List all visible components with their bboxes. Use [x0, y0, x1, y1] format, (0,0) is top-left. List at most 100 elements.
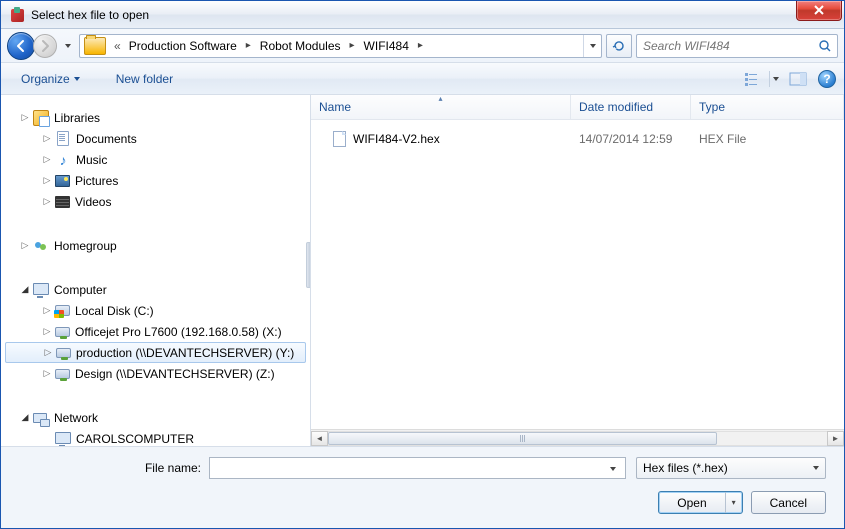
preview-pane-button[interactable] [786, 68, 810, 90]
tree-local-disk[interactable]: ▷Local Disk (C:) [1, 300, 310, 321]
breadcrumb-chevron-icon[interactable]: ▸ [345, 35, 360, 57]
organize-label: Organize [21, 72, 70, 86]
preview-pane-icon [789, 72, 807, 86]
help-button[interactable]: ? [818, 70, 836, 88]
search-icon[interactable] [817, 38, 833, 54]
file-type-filter[interactable]: Hex files (*.hex) [636, 457, 826, 479]
window-title: Select hex file to open [31, 8, 796, 22]
command-bar: Organize New folder ? [1, 63, 844, 95]
document-icon [55, 131, 71, 147]
network-drive-icon [55, 369, 70, 379]
app-icon [9, 7, 25, 23]
open-button[interactable]: Open ▾ [658, 491, 742, 514]
breadcrumb-overflow[interactable]: « [110, 35, 125, 57]
file-list[interactable]: WIFI484-V2.hex 14/07/2014 12:59 HEX File [311, 120, 844, 429]
filename-combo[interactable] [209, 457, 626, 479]
view-icon [744, 71, 766, 87]
homegroup-icon [33, 238, 49, 254]
tree-libraries[interactable]: ▷Libraries [1, 107, 310, 128]
cancel-button[interactable]: Cancel [751, 491, 826, 514]
horizontal-scrollbar[interactable]: ◄ ► [311, 429, 844, 446]
video-icon [55, 196, 70, 208]
library-icon [33, 110, 49, 126]
scroll-track[interactable] [328, 431, 827, 446]
arrow-right-icon [38, 39, 52, 53]
sort-ascending-icon: ▴ [438, 94, 442, 103]
music-icon: ♪ [55, 152, 71, 168]
new-folder-label: New folder [116, 72, 173, 86]
tree-computer[interactable]: ◢Computer [1, 279, 310, 300]
column-headers: Name ▴ Date modified Type [311, 95, 844, 120]
disk-icon [55, 305, 70, 316]
new-folder-button[interactable]: New folder [110, 68, 179, 90]
change-view-button[interactable] [741, 68, 782, 90]
expand-icon: ▷ [19, 112, 31, 123]
refresh-button[interactable] [606, 34, 632, 58]
computer-icon [33, 282, 49, 298]
tree-network[interactable]: ◢Network [1, 407, 310, 428]
picture-icon [55, 175, 70, 187]
file-type: HEX File [691, 132, 844, 146]
open-label: Open [659, 492, 725, 513]
breadcrumb-chevron-icon[interactable]: ▸ [241, 35, 256, 57]
back-button[interactable] [7, 32, 35, 60]
computer-icon [55, 431, 71, 447]
search-box[interactable] [636, 34, 838, 58]
folder-icon [84, 37, 106, 55]
scroll-thumb[interactable] [328, 432, 717, 445]
network-drive-icon [55, 327, 70, 337]
refresh-icon [612, 39, 626, 53]
address-history-button[interactable] [583, 35, 601, 57]
filename-label: File name: [19, 461, 209, 475]
network-icon [33, 410, 49, 426]
arrow-left-icon [14, 39, 28, 53]
breadcrumb-item[interactable]: Robot Modules [256, 35, 345, 57]
breadcrumb-item[interactable]: Production Software [125, 35, 241, 57]
scroll-left-button[interactable]: ◄ [311, 431, 328, 446]
navigation-pane[interactable]: ▷Libraries ▷Documents ▷♪Music ▷Pictures … [1, 95, 311, 446]
help-icon: ? [823, 72, 830, 86]
address-bar[interactable]: « Production Software ▸ Robot Modules ▸ … [79, 34, 602, 58]
file-date: 14/07/2014 12:59 [571, 132, 691, 146]
search-input[interactable] [641, 38, 817, 54]
caret-down-icon [813, 466, 819, 470]
forward-button[interactable] [33, 34, 57, 58]
organize-menu[interactable]: Organize [15, 68, 86, 90]
tree-production[interactable]: ▷production (\\DEVANTECHSERVER) (Y:) [5, 342, 306, 363]
tree-documents[interactable]: ▷Documents [1, 128, 310, 149]
caret-down-icon [610, 467, 616, 471]
dialog-footer: File name: Hex files (*.hex) Open ▾ Canc… [1, 447, 844, 528]
caret-down-icon [590, 44, 596, 48]
tree-videos[interactable]: ▷Videos [1, 191, 310, 212]
filename-history-button[interactable] [605, 463, 621, 473]
close-button[interactable] [796, 1, 842, 21]
tree-officejet[interactable]: ▷Officejet Pro L7600 (192.168.0.58) (X:) [1, 321, 310, 342]
navigation-bar: « Production Software ▸ Robot Modules ▸ … [1, 29, 844, 63]
caret-down-icon [773, 77, 779, 81]
cancel-label: Cancel [770, 496, 807, 510]
caret-down-icon [74, 77, 80, 81]
tree-music[interactable]: ▷♪Music [1, 149, 310, 170]
file-name: WIFI484-V2.hex [353, 132, 440, 146]
title-bar: Select hex file to open [1, 1, 844, 29]
filename-input[interactable] [214, 460, 605, 476]
tree-design[interactable]: ▷Design (\\DEVANTECHSERVER) (Z:) [1, 363, 310, 384]
column-date-modified[interactable]: Date modified [571, 95, 691, 119]
file-icon [331, 131, 347, 147]
breadcrumb-item[interactable]: WIFI484 [360, 35, 413, 57]
column-name[interactable]: Name ▴ [311, 95, 571, 119]
close-icon [813, 5, 825, 15]
open-dropdown-button[interactable]: ▾ [726, 498, 742, 507]
file-list-pane: Name ▴ Date modified Type WIFI484-V2.hex… [311, 95, 844, 446]
tree-pictures[interactable]: ▷Pictures [1, 170, 310, 191]
column-type[interactable]: Type [691, 95, 844, 119]
caret-down-icon [65, 44, 71, 48]
file-row[interactable]: WIFI484-V2.hex 14/07/2014 12:59 HEX File [311, 128, 844, 149]
breadcrumb-chevron-icon[interactable]: ▸ [413, 35, 428, 57]
tree-homegroup[interactable]: ▷Homegroup [1, 235, 310, 256]
scroll-right-button[interactable]: ► [827, 431, 844, 446]
file-open-dialog: Select hex file to open « Production Sof… [0, 0, 845, 529]
recent-locations-button[interactable] [61, 36, 75, 56]
tree-network-computer[interactable]: CAROLSCOMPUTER [1, 428, 310, 446]
filter-label: Hex files (*.hex) [643, 461, 813, 475]
